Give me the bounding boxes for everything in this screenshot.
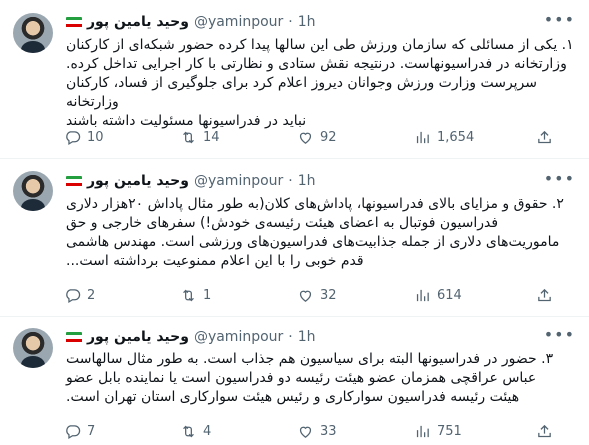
tweet-text-line: قدم خوبی را با این اعلام ممنوعیت برداشته… — [66, 253, 364, 269]
tweet[interactable]: وحید یامین پور @yaminpour · 1h ••• ۳. حض… — [0, 317, 589, 445]
reply-icon — [66, 131, 81, 146]
views-button[interactable]: 1,654 — [414, 129, 474, 146]
like-count: 33 — [320, 424, 337, 439]
avatar[interactable] — [13, 13, 53, 53]
views-count: 614 — [437, 288, 462, 303]
reply-count: 10 — [87, 130, 104, 145]
avatar[interactable] — [13, 328, 53, 368]
tweet-text-line: سرپرست وزارت ورزش وجوانان دیروز اعلام کر… — [66, 75, 538, 110]
like-count: 32 — [320, 288, 337, 303]
tweet-header: وحید یامین پور @yaminpour · 1h — [66, 12, 316, 32]
separator-dot: · — [288, 173, 293, 189]
iran-flag-icon — [66, 16, 82, 28]
views-chart-icon — [416, 289, 429, 302]
retweet-button[interactable]: 1 — [180, 287, 211, 304]
more-dots-icon[interactable]: ••• — [544, 10, 575, 29]
share-button[interactable] — [536, 129, 553, 150]
tweet-actions: 10 14 92 1,654 — [64, 129, 564, 149]
avatar[interactable] — [13, 171, 53, 211]
retweet-icon — [183, 131, 194, 144]
heart-icon — [299, 290, 312, 302]
more-dots-icon[interactable]: ••• — [544, 169, 575, 188]
views-count: 751 — [437, 424, 462, 439]
more-dots-icon[interactable]: ••• — [544, 325, 575, 344]
tweet-actions: 7 4 33 751 — [64, 423, 564, 443]
tweet-actions: 2 1 32 614 — [64, 287, 564, 307]
retweet-count: 1 — [203, 288, 212, 303]
tweet-text-line: وزارتخانه در فدراسیونهاست. درنتیجه نقش س… — [66, 56, 567, 72]
share-icon — [538, 424, 551, 438]
heart-icon — [299, 426, 312, 438]
reply-button[interactable]: 2 — [64, 287, 95, 304]
tweet-text-line: ۲. حقوق و مزایای بالای فدراسیونها، پاداش… — [66, 196, 564, 212]
share-button[interactable] — [536, 287, 553, 308]
heart-icon — [299, 132, 312, 144]
share-icon — [538, 288, 551, 302]
iran-flag-icon — [66, 331, 82, 343]
tweet-text-line: عباس عراقچی همزمان عضو هیئت رئیسه دو فدر… — [66, 370, 537, 386]
tweet-text-line: ماموریت‌های دلاری از جمله جذابیت‌های فدر… — [66, 234, 560, 250]
author-name[interactable]: وحید یامین پور — [87, 173, 189, 189]
tweet-text-line: ۱. یکی از مسائلی که سازمان ورزش طی این س… — [66, 37, 574, 53]
iran-flag-icon — [66, 175, 82, 187]
tweet-header: وحید یامین پور @yaminpour · 1h — [66, 327, 316, 347]
like-count: 92 — [320, 130, 337, 145]
timestamp[interactable]: 1h — [298, 329, 316, 345]
views-count: 1,654 — [437, 130, 475, 145]
reply-button[interactable]: 7 — [64, 423, 95, 440]
views-button[interactable]: 614 — [414, 287, 462, 304]
reply-icon — [66, 425, 81, 440]
views-chart-icon — [416, 131, 429, 144]
author-handle[interactable]: @yaminpour — [194, 173, 283, 189]
like-button[interactable]: 33 — [297, 423, 337, 440]
tweet[interactable]: وحید یامین پور @yaminpour · 1h ••• ۱. یک… — [0, 0, 589, 159]
retweet-icon — [183, 289, 194, 302]
views-chart-icon — [416, 425, 429, 438]
separator-dot: · — [288, 329, 293, 345]
tweet-text-line: ۳. حضور در فدراسیونها البته برای سیاسیون… — [66, 351, 554, 367]
views-button[interactable]: 751 — [414, 423, 462, 440]
tweet-text-line: هیئت رئیسه فدراسیون سوارکاری و رئیس هیئت… — [66, 389, 520, 405]
tweet-header: وحید یامین پور @yaminpour · 1h — [66, 171, 316, 191]
tweet-text-line: فدراسیون فوتبال به اعضای هیئت رئیسه‌ی خو… — [66, 215, 499, 231]
like-button[interactable]: 32 — [297, 287, 337, 304]
author-handle[interactable]: @yaminpour — [194, 329, 283, 345]
separator-dot: · — [288, 14, 293, 30]
share-icon — [538, 130, 551, 144]
author-handle[interactable]: @yaminpour — [194, 14, 283, 30]
author-name[interactable]: وحید یامین پور — [87, 329, 189, 345]
tweet[interactable]: وحید یامین پور @yaminpour · 1h ••• ۲. حق… — [0, 159, 589, 317]
like-button[interactable]: 92 — [297, 129, 337, 146]
reply-count: 7 — [87, 424, 96, 439]
retweet-button[interactable]: 14 — [180, 129, 220, 146]
share-button[interactable] — [536, 423, 553, 444]
reply-icon — [66, 289, 81, 304]
timestamp[interactable]: 1h — [298, 14, 316, 30]
tweet-text: ۱. یکی از مسائلی که سازمان ورزش طی این س… — [66, 36, 579, 131]
retweet-count: 4 — [203, 424, 212, 439]
timestamp[interactable]: 1h — [298, 173, 316, 189]
tweet-text: ۳. حضور در فدراسیونها البته برای سیاسیون… — [66, 350, 579, 407]
reply-button[interactable]: 10 — [64, 129, 104, 146]
tweet-text: ۲. حقوق و مزایای بالای فدراسیونها، پاداش… — [66, 195, 579, 271]
reply-count: 2 — [87, 288, 96, 303]
retweet-count: 14 — [203, 130, 220, 145]
retweet-icon — [183, 425, 194, 438]
author-name[interactable]: وحید یامین پور — [87, 14, 189, 30]
retweet-button[interactable]: 4 — [180, 423, 211, 440]
